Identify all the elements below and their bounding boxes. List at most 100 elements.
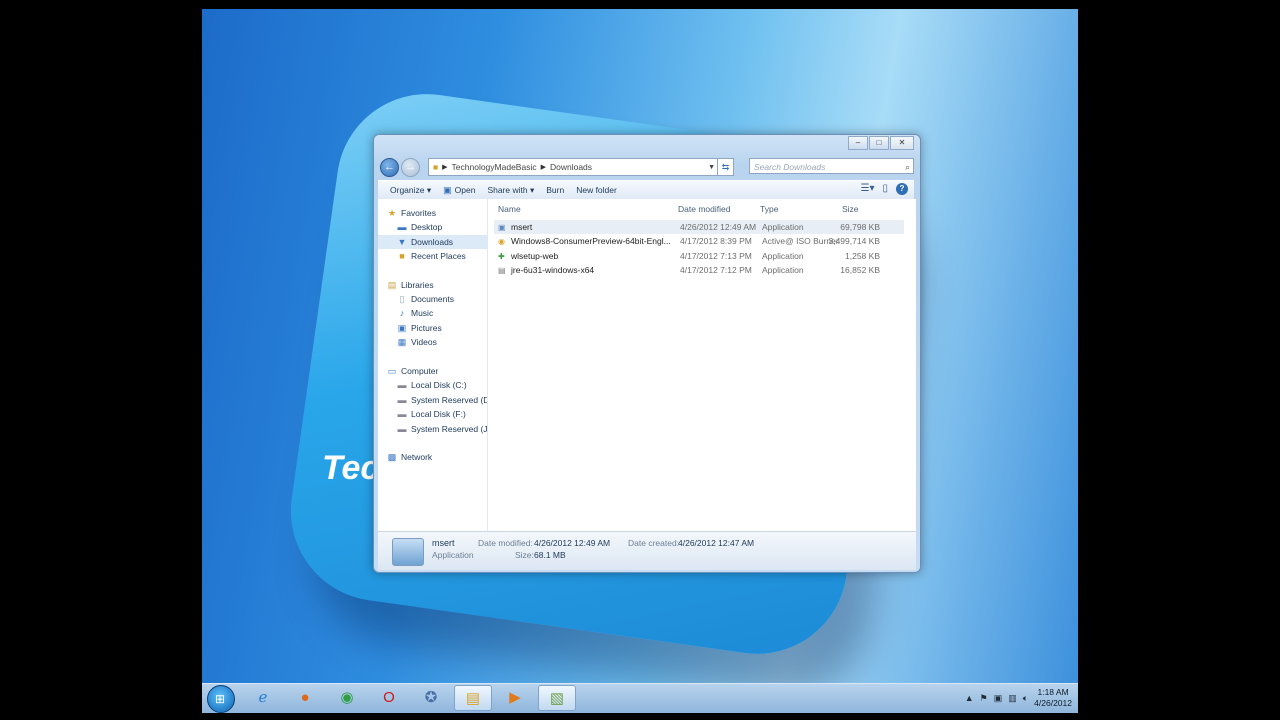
nav-documents[interactable]: ▯ Documents [396,292,487,306]
application-large-icon [392,538,424,566]
nav-label: Documents [411,294,454,304]
back-arrow-icon: ← [384,161,395,173]
file-list: Name Date modified Type Size ▣ msert 4/26… [488,199,916,531]
file-type: Application [762,251,804,261]
internet-explorer-icon[interactable]: ℯ [244,685,282,711]
file-row[interactable]: ▤ jre-6u31-windows-x64 4/17/2012 7:12 PM … [494,263,904,277]
opera-icon[interactable]: O [370,685,408,711]
details-pane: msert Application Date modified: 4/26/20… [378,531,916,570]
breadcrumb-technologymadebasic[interactable]: TechnologyMadeBasic [452,162,537,172]
clock-date: 4/26/2012 [1034,698,1072,708]
display-icon[interactable]: ▣ [994,693,1003,704]
column-header-type[interactable]: Type [760,199,778,219]
details-name: msert [432,538,455,548]
share-with-button[interactable]: Share with ▾ [487,185,534,196]
nav-computer[interactable]: ▭ Computer [386,364,487,378]
open-button[interactable]: ▣ Open [443,185,475,196]
file-row[interactable]: ▣ msert 4/26/2012 12:49 AM Application 69… [494,220,904,234]
minimize-button[interactable]: – [848,136,868,150]
details-size: 68.1 MB [534,550,566,560]
nav-label: Pictures [411,323,442,333]
show-hidden-icons-icon[interactable]: ▲ [965,693,974,703]
nav-libraries[interactable]: ▤ Libraries [386,278,487,292]
details-size-label: Size: [515,550,534,560]
windows-explorer-icon[interactable]: ▤ [454,685,492,711]
nav-downloads[interactable]: ▼ Downloads [378,235,487,249]
file-date: 4/17/2012 7:13 PM [680,251,752,261]
preview-pane-icon[interactable]: ▯ [882,183,888,195]
start-button[interactable]: ⊞ [207,685,235,713]
toolbar-right: ☰▾ ▯ ? [861,183,908,195]
nav-pictures[interactable]: ▣ Pictures [396,321,487,335]
maximize-button[interactable]: □ [869,136,889,150]
pictures-icon: ▣ [397,323,407,333]
command-bar: Organize ▾ ▣ Open Share with ▾ Burn New f… [378,180,914,199]
firefox-icon[interactable]: ● [286,685,324,711]
system-tray: ▲ ⚑ ▣ ▥ 🔈︎ 1:18 AM 4/26/2012 [965,686,1072,710]
help-icon[interactable]: ? [896,183,908,195]
application-icon: ▣ [498,223,506,232]
desktop-icon: ▬ [397,222,407,232]
media-player-icon[interactable]: ▶ [496,685,534,711]
file-size: 3,499,714 KB [828,236,880,246]
installer-icon: ✚ [498,252,505,261]
file-name-text: msert [511,222,533,232]
refresh-icon[interactable]: ⇆ [717,159,733,175]
file-name: ✚ wlsetup-web [498,249,558,264]
search-input[interactable]: Search Downloads ⌕ [749,158,914,174]
forward-button[interactable]: → [401,158,420,177]
safari-icon[interactable]: ✪ [412,685,450,711]
column-header-date[interactable]: Date modified [678,199,730,219]
address-bar[interactable]: ■ ▶ TechnologyMadeBasic ▶ Downloads ▼ ⇆ [428,158,734,176]
nav-local-disk-c[interactable]: ▬ Local Disk (C:) [396,378,487,392]
iso-disc-icon: ◉ [498,237,505,246]
file-name-text: jre-6u31-windows-x64 [511,265,595,275]
close-button[interactable]: ✕ [890,136,914,150]
details-created-label: Date created: [628,538,680,548]
file-name: ▣ msert [498,220,532,235]
nav-favorites[interactable]: ★ Favorites [386,206,487,220]
action-center-flag-icon[interactable]: ⚑ [980,693,988,704]
clock[interactable]: 1:18 AM 4/26/2012 [1034,687,1072,709]
nav-network[interactable]: ▩ Network [386,450,487,464]
file-date: 4/17/2012 7:12 PM [680,265,752,275]
nav-recent-places[interactable]: ■ Recent Places [396,249,487,263]
nav-label: Network [401,452,433,462]
file-name-text: Windows8-ConsumerPreview-64bit-Engl... [511,236,671,246]
search-icon[interactable]: ⌕ [905,159,910,175]
downloads-icon: ▼ [397,237,407,247]
open-icon: ▣ [443,184,452,195]
nav-videos[interactable]: ▦ Videos [396,335,487,349]
disk-icon: ▬ [397,409,407,419]
organize-button[interactable]: Organize ▾ [390,185,431,196]
nav-label: Recent Places [411,251,466,261]
column-header-size[interactable]: Size [842,199,859,219]
column-header-name[interactable]: Name [498,199,521,219]
view-options-icon[interactable]: ☰▾ [861,183,875,195]
nav-music[interactable]: ♪ Music [396,306,487,320]
explorer-window: – □ ✕ ← → ■ ▶ TechnologyMadeBasic ▶ Down… [373,134,921,573]
details-modified: 4/26/2012 12:49 AM [534,538,611,548]
nav-local-disk-f[interactable]: ▬ Local Disk (F:) [396,407,487,421]
volume-icon[interactable]: 🔈︎ [1023,693,1028,704]
file-row[interactable]: ✚ wlsetup-web 4/17/2012 7:13 PM Applicati… [494,249,904,263]
burn-button[interactable]: Burn [546,185,564,195]
nav-system-reserved-j[interactable]: ▬ System Reserved (J:) [396,422,488,436]
network-tray-icon[interactable]: ▥ [1008,693,1017,704]
file-name-text: wlsetup-web [511,251,559,261]
nav-desktop[interactable]: ▬ Desktop [396,220,487,234]
new-folder-button[interactable]: New folder [576,185,617,195]
back-button[interactable]: ← [380,158,399,177]
nav-label: System Reserved (D: [411,395,488,405]
breadcrumb-arrow-icon: ▶ [442,164,448,171]
chrome-icon[interactable]: ◉ [328,685,366,711]
disk-icon: ▬ [397,380,407,390]
chevron-down-icon[interactable]: ▼ [708,164,715,171]
navigation-pane: ★ Favorites ▬ Desktop ▼ Downloads ■ Recent P… [378,199,488,531]
file-size: 69,798 KB [840,222,880,232]
nav-label: Libraries [401,280,434,290]
nav-system-reserved-d[interactable]: ▬ System Reserved (D: [396,393,488,407]
installer-taskbar-icon[interactable]: ▧ [538,685,576,711]
breadcrumb-downloads[interactable]: Downloads [550,162,592,172]
file-row[interactable]: ◉ Windows8-ConsumerPreview-64bit-Engl... … [494,234,904,248]
